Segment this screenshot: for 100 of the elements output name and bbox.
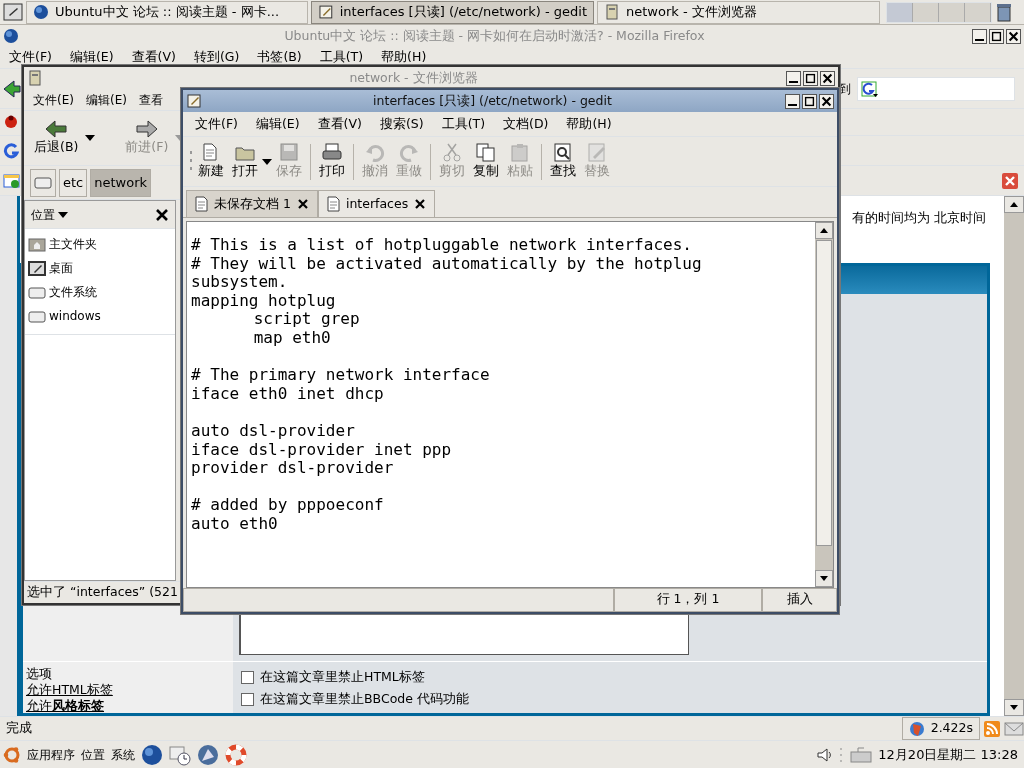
insert-mode: 插入 <box>762 588 837 612</box>
clock[interactable]: 12月20日星期二 13:28 <box>878 744 1018 765</box>
search-engine-icon <box>861 80 879 97</box>
toolbar-button[interactable]: 打印 <box>315 140 349 183</box>
scrollbar[interactable] <box>815 222 833 587</box>
close-tab-button[interactable] <box>1002 171 1018 190</box>
place-item[interactable]: windows <box>25 304 175 328</box>
taskbar-button[interactable]: interfaces [只读] (/etc/network) - gedit <box>311 0 594 24</box>
panel-menu[interactable]: 位置 <box>81 745 105 764</box>
new-tab-icon <box>3 172 21 189</box>
back-button[interactable]: 后退(B) <box>30 117 83 159</box>
toolbar-button[interactable]: 复制 <box>469 140 503 183</box>
cabinet-icon <box>27 70 43 86</box>
menu-item[interactable]: 文件(E) <box>27 90 80 109</box>
forward-arrow-icon <box>135 119 158 138</box>
show-desktop-icon[interactable] <box>3 3 23 21</box>
dropdown-icon[interactable] <box>85 135 96 141</box>
option-note: 允许HTML标签 <box>26 682 114 698</box>
notepad-icon <box>186 93 202 109</box>
toolbar-button[interactable]: 新建 <box>194 140 228 183</box>
back-arrow-icon <box>45 119 68 138</box>
lifebuoy-icon[interactable] <box>225 743 247 766</box>
menu-item[interactable]: 查看(V) <box>122 48 185 67</box>
load-time: 2.422s <box>930 719 973 738</box>
maximize-button[interactable] <box>803 70 818 86</box>
menu-item[interactable]: 帮助(H) <box>372 48 436 67</box>
bug-icon <box>3 114 19 130</box>
menu-item[interactable]: 文件(F) <box>186 114 247 134</box>
side-pane-selector[interactable]: 位置 <box>31 205 68 224</box>
document-tab[interactable]: interfaces <box>317 190 436 217</box>
document-icon <box>326 196 340 212</box>
close-button[interactable] <box>820 70 835 86</box>
close-button[interactable] <box>1006 28 1021 44</box>
redo-arrow-icon <box>399 142 419 162</box>
minimize-button[interactable] <box>785 93 800 109</box>
minimize-icon <box>788 104 797 106</box>
toolbar-button[interactable]: 打开 <box>228 140 262 183</box>
fox-icon <box>908 720 925 737</box>
minimize-icon <box>975 39 984 41</box>
menu-item[interactable]: 查看 <box>132 90 169 109</box>
back-arrow-icon[interactable] <box>3 78 21 99</box>
path-button[interactable]: network <box>90 168 152 197</box>
checkbox[interactable] <box>241 692 254 706</box>
editor-text[interactable]: # This is a list of hotpluggable network interfaces. # They will be activated automatically by the hotplug subsystem. mapping hotplug script grep map eth0 # The primary network interface iface eth0 inet dhcp auto dsl-provider iface dsl-provider inet ppp provider dsl-provider # added by pppoeconf auto eth0 <box>187 222 815 587</box>
scrollbar[interactable] <box>1004 196 1024 716</box>
maximize-icon <box>804 71 817 85</box>
menu-item[interactable]: 帮助(H) <box>557 114 621 134</box>
mail-clock-icon[interactable] <box>169 743 191 766</box>
undo-arrow-icon <box>365 142 385 162</box>
close-icon[interactable] <box>155 207 169 222</box>
workspace-switcher[interactable] <box>886 1 992 23</box>
close-tab-icon[interactable] <box>296 198 309 210</box>
close-icon <box>1007 29 1020 43</box>
globe-icon[interactable] <box>141 743 163 766</box>
menu-item[interactable]: 查看(V) <box>308 114 371 134</box>
menu-item[interactable]: 编辑(E) <box>246 114 309 134</box>
panel-menu[interactable]: 应用程序 <box>27 745 75 764</box>
maximize-button[interactable] <box>802 93 817 109</box>
close-button[interactable] <box>819 93 834 109</box>
taskbar-button[interactable]: Ubuntu中文 论坛 :: 阅读主题 - 网卡... <box>26 0 308 24</box>
document-icon <box>195 196 208 212</box>
menu-item[interactable]: 编辑(E) <box>79 90 133 109</box>
toolbar-button[interactable]: 查找 <box>546 140 580 183</box>
speaker-icon[interactable] <box>816 746 833 763</box>
place-item[interactable]: 文件系统 <box>25 280 175 304</box>
place-item[interactable]: 主文件夹 <box>25 232 175 256</box>
document-tab[interactable]: 未保存文档 1 <box>186 190 318 217</box>
scroll-down-icon[interactable] <box>820 576 828 581</box>
minimize-button[interactable] <box>786 70 801 86</box>
pencil-page-icon <box>587 142 607 162</box>
panel-menu[interactable]: 系统 <box>111 745 135 764</box>
menu-item[interactable]: 转到(G) <box>184 48 249 67</box>
taskbar-button[interactable]: network - 文件浏览器 <box>597 0 880 24</box>
scroll-down-icon[interactable] <box>1010 705 1018 710</box>
google-icon <box>3 142 19 159</box>
menu-item[interactable]: 文件(F) <box>0 48 61 67</box>
close-tab-icon[interactable] <box>414 198 427 210</box>
floppy-icon <box>279 142 299 162</box>
menu-item[interactable]: 搜索(S) <box>370 114 433 134</box>
menu-item[interactable]: 工具(T) <box>310 48 373 67</box>
menu-item[interactable]: 文档(D) <box>494 114 558 134</box>
path-button[interactable]: etc <box>59 168 88 197</box>
scroll-up-icon[interactable] <box>820 228 828 233</box>
dropdown-icon[interactable] <box>262 158 272 165</box>
checkbox[interactable] <box>241 670 254 684</box>
checkbox-label: 在这篇文章里禁止HTML标签 <box>260 668 425 686</box>
menu-item[interactable]: 工具(T) <box>432 114 494 134</box>
maximize-button[interactable] <box>989 28 1004 44</box>
place-item[interactable]: 桌面 <box>25 256 175 280</box>
cursor-position: 行 1，列 1 <box>614 588 762 612</box>
window-title: Ubuntu中文 论坛 :: 阅读主题 - 网卡如何在启动时激活? - Mozilla Firefox <box>283 26 706 45</box>
minimize-button[interactable] <box>972 28 987 44</box>
minimize-icon <box>789 81 798 83</box>
scroll-up-icon[interactable] <box>1010 202 1018 207</box>
search-field[interactable] <box>857 76 1015 101</box>
drive-icon <box>34 175 52 190</box>
message-textarea[interactable] <box>239 615 689 655</box>
menu-item[interactable]: 书签(B) <box>248 48 311 67</box>
menu-item[interactable]: 编辑(E) <box>60 48 123 67</box>
timezone-note: 有的时间均为 北京时间 <box>851 210 986 225</box>
